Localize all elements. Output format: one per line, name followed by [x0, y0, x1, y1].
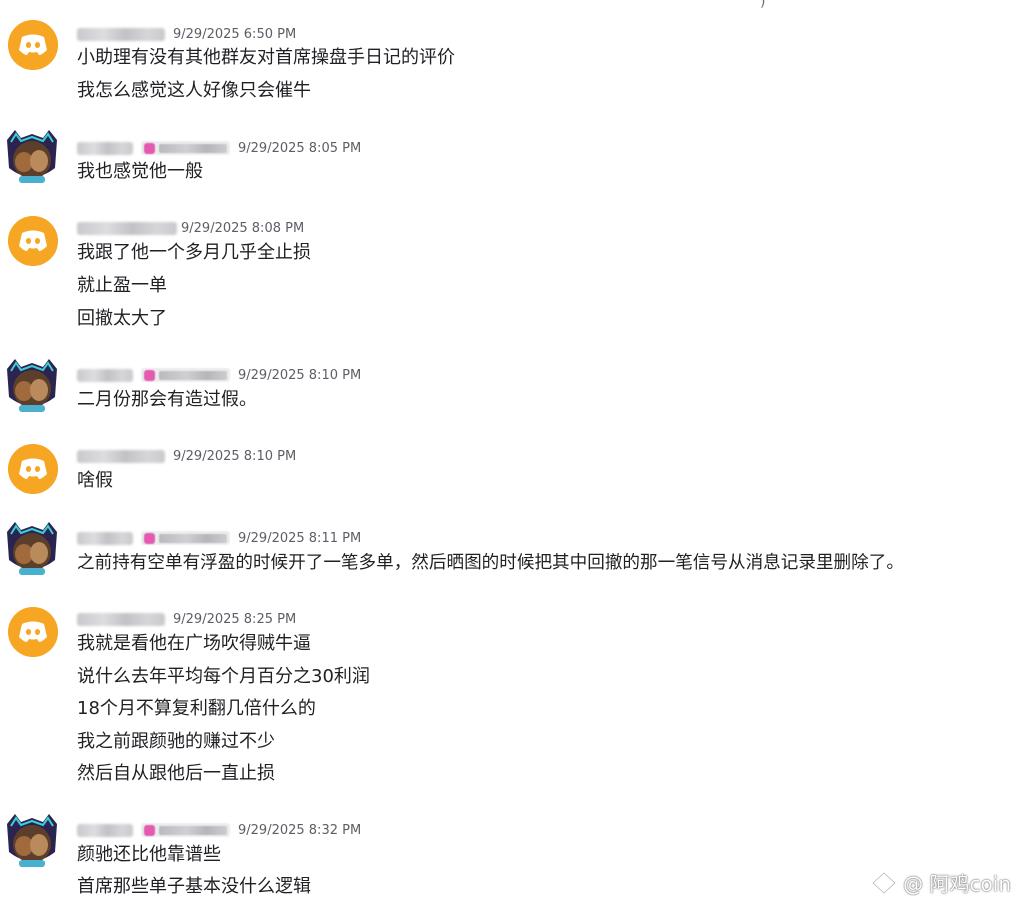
- message-header: 9/29/2025 6:50 PM: [77, 24, 296, 44]
- discord-icon[interactable]: [8, 20, 58, 70]
- user-avatar[interactable]: [3, 357, 61, 415]
- message-header: 9/29/2025 8:08 PM: [77, 218, 304, 238]
- chat-log: ) 9/29/2025 6:50 PM 小助理有没有其他群友对首席操盘手日记的评…: [0, 0, 1019, 909]
- timestamp: 9/29/2025 8:08 PM: [181, 220, 305, 236]
- username-redacted[interactable]: [77, 141, 133, 155]
- user-avatar[interactable]: [3, 520, 61, 578]
- message-header: 9/29/2025 8:11 PM: [77, 528, 361, 548]
- message-header: 9/29/2025 8:32 PM: [77, 820, 361, 840]
- watermark: @ 阿鸡coin: [871, 868, 1011, 897]
- message-header: 9/29/2025 8:10 PM: [77, 365, 361, 385]
- message-text: 我也感觉他一般: [77, 161, 203, 182]
- message-text: 小助理有没有其他群友对首席操盘手日记的评价: [77, 47, 455, 68]
- timestamp: 9/29/2025 8:25 PM: [173, 611, 297, 627]
- username-redacted[interactable]: [77, 612, 165, 626]
- diamond-logo-icon: [871, 871, 897, 894]
- role-badge-redacted: [141, 141, 230, 155]
- message-text: 我怎么感觉这人好像只会催牛: [77, 80, 311, 101]
- discord-icon[interactable]: [8, 607, 58, 657]
- username-redacted[interactable]: [77, 823, 133, 837]
- message-text: 颜驰还比他靠谱些: [77, 844, 221, 865]
- username-redacted[interactable]: [77, 221, 177, 235]
- message-text: 我之前跟颜驰的赚过不少: [77, 731, 275, 752]
- timestamp: 9/29/2025 8:05 PM: [238, 140, 362, 156]
- role-badge-redacted: [141, 823, 230, 837]
- user-avatar[interactable]: [3, 128, 61, 186]
- message-text: 啥假: [77, 470, 113, 491]
- message-text: 之前持有空单有浮盈的时候开了一笔多单，然后晒图的时候把其中回撤的那一笔信号从消息…: [77, 553, 904, 573]
- timestamp: 9/29/2025 8:32 PM: [238, 822, 362, 838]
- timestamp: 9/29/2025 8:10 PM: [238, 367, 362, 383]
- username-redacted[interactable]: [77, 368, 133, 382]
- username-redacted[interactable]: [77, 449, 165, 463]
- role-badge-redacted: [141, 368, 230, 382]
- user-avatar[interactable]: [3, 812, 61, 870]
- message-header: 9/29/2025 8:25 PM: [77, 609, 296, 629]
- message-text: 说什么去年平均每个月百分之30利润: [77, 666, 370, 687]
- message-header: 9/29/2025 8:10 PM: [77, 446, 296, 466]
- timestamp: 9/29/2025 8:11 PM: [238, 530, 362, 546]
- message-text: 二月份那会有造过假。: [77, 389, 257, 410]
- discord-icon[interactable]: [8, 216, 58, 266]
- role-badge-redacted: [141, 531, 230, 545]
- message-text: 回撤太大了: [77, 308, 167, 329]
- message-text: 就止盈一单: [77, 275, 167, 296]
- username-redacted[interactable]: [77, 531, 133, 545]
- top-fragment: ): [760, 0, 766, 10]
- username-redacted[interactable]: [77, 27, 165, 41]
- message-header: 9/29/2025 8:05 PM: [77, 138, 361, 158]
- watermark-text: @ 阿鸡coin: [903, 872, 1011, 896]
- discord-icon[interactable]: [8, 444, 58, 494]
- timestamp: 9/29/2025 6:50 PM: [173, 26, 297, 42]
- message-text: 然后自从跟他后一直止损: [77, 763, 275, 784]
- message-text: 我就是看他在广场吹得贼牛逼: [77, 633, 311, 654]
- message-text: 18个月不算复利翻几倍什么的: [77, 698, 316, 719]
- message-text: 我跟了他一个多月几乎全止损: [77, 242, 311, 263]
- message-text: 首席那些单子基本没什么逻辑: [77, 876, 311, 897]
- timestamp: 9/29/2025 8:10 PM: [173, 448, 297, 464]
